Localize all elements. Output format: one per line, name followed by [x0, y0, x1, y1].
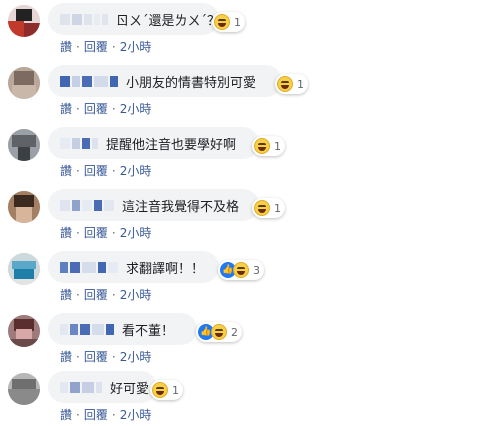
timestamp[interactable]: 2小時 — [120, 100, 152, 117]
separator-dot: · — [111, 101, 116, 116]
reply-button[interactable]: 回覆 — [84, 162, 108, 179]
comment-bubble: 看不董！ — [48, 313, 197, 345]
comment: 提醒他注音也要學好啊 1 讚 · 回覆 · 2小時 — [0, 124, 497, 182]
reaction-summary[interactable]: 👍 2 — [196, 322, 242, 342]
reaction-count: 1 — [274, 139, 281, 153]
timestamp[interactable]: 2小時 — [120, 348, 152, 365]
avatar[interactable] — [8, 373, 40, 405]
commenter-name[interactable] — [60, 137, 100, 149]
reply-button[interactable]: 回覆 — [84, 286, 108, 303]
separator-dot: · — [111, 39, 116, 54]
reaction-summary[interactable]: 1 — [275, 74, 308, 94]
comment-text: 提醒他注音也要學好啊 — [106, 137, 237, 153]
reaction-summary[interactable]: 1 — [150, 380, 183, 400]
reaction-count: 3 — [253, 263, 260, 277]
timestamp[interactable]: 2小時 — [120, 38, 152, 55]
separator-dot: · — [76, 349, 80, 364]
separator-dot: · — [76, 287, 80, 302]
reaction-count: 1 — [274, 201, 281, 215]
comment-text: 這注音我覺得不及格 — [122, 199, 240, 215]
separator-dot: · — [111, 287, 116, 302]
separator-dot: · — [76, 407, 80, 422]
haha-reaction-icon — [152, 382, 168, 398]
comment: 這注音我覺得不及格 1 讚 · 回覆 · 2小時 — [0, 186, 497, 244]
separator-dot: · — [76, 101, 80, 116]
comment-text: 求翻譯啊！！ — [126, 261, 205, 277]
like-button[interactable]: 讚 — [60, 100, 72, 117]
reaction-count: 1 — [297, 77, 304, 91]
reply-button[interactable]: 回覆 — [84, 224, 108, 241]
comment: ㄖㄨˊ還是ㄌㄨˊ？ 1 讚 · 回覆 · 2小時 — [0, 0, 497, 58]
avatar[interactable] — [8, 67, 40, 99]
separator-dot: · — [111, 225, 116, 240]
reply-button[interactable]: 回覆 — [84, 406, 108, 423]
commenter-name[interactable] — [60, 199, 116, 211]
separator-dot: · — [111, 163, 116, 178]
reply-button[interactable]: 回覆 — [84, 348, 108, 365]
like-button[interactable]: 讚 — [60, 224, 72, 241]
reaction-summary[interactable]: 1 — [212, 12, 245, 32]
comment-text: 好可愛 — [110, 381, 150, 397]
commenter-name[interactable] — [60, 13, 110, 25]
avatar[interactable] — [8, 191, 40, 223]
like-button[interactable]: 讚 — [60, 406, 72, 423]
avatar[interactable] — [8, 5, 40, 37]
comment-actions: 讚 · 回覆 · 2小時 — [60, 162, 151, 179]
comment-actions: 讚 · 回覆 · 2小時 — [60, 38, 151, 55]
comment-bubble: 小朋友的情書特別可愛 — [48, 65, 282, 97]
haha-reaction-icon — [254, 138, 270, 154]
comment-actions: 讚 · 回覆 · 2小時 — [60, 224, 151, 241]
like-button[interactable]: 讚 — [60, 38, 72, 55]
commenter-name[interactable] — [60, 261, 120, 273]
comment-bubble: 提醒他注音也要學好啊 — [48, 127, 259, 159]
separator-dot: · — [76, 39, 80, 54]
avatar[interactable] — [8, 315, 40, 347]
comment-bubble: 這注音我覺得不及格 — [48, 189, 259, 221]
separator-dot: · — [76, 225, 80, 240]
comment-actions: 讚 · 回覆 · 2小時 — [60, 406, 151, 423]
comment: 好可愛 1 讚 · 回覆 · 2小時 — [0, 368, 497, 426]
reaction-summary[interactable]: 1 — [252, 198, 285, 218]
commenter-name[interactable] — [60, 75, 120, 87]
haha-reaction-icon — [233, 262, 249, 278]
haha-reaction-icon — [254, 200, 270, 216]
reply-button[interactable]: 回覆 — [84, 100, 108, 117]
haha-reaction-icon — [214, 14, 230, 30]
reaction-count: 1 — [172, 383, 179, 397]
comment-text: 小朋友的情書特別可愛 — [126, 75, 257, 91]
timestamp[interactable]: 2小時 — [120, 406, 152, 423]
comment-actions: 讚 · 回覆 · 2小時 — [60, 100, 151, 117]
reply-button[interactable]: 回覆 — [84, 38, 108, 55]
comment-bubble: 求翻譯啊！！ — [48, 251, 219, 283]
commenter-name[interactable] — [60, 323, 116, 335]
comment-actions: 讚 · 回覆 · 2小時 — [60, 286, 151, 303]
like-button[interactable]: 讚 — [60, 162, 72, 179]
comment: 小朋友的情書特別可愛 1 讚 · 回覆 · 2小時 — [0, 62, 497, 120]
separator-dot: · — [111, 407, 116, 422]
comment-actions: 讚 · 回覆 · 2小時 — [60, 348, 151, 365]
comment-text: ㄖㄨˊ還是ㄌㄨˊ？ — [116, 13, 221, 29]
comment-bubble: 好可愛 — [48, 371, 157, 403]
avatar[interactable] — [8, 129, 40, 161]
reaction-count: 2 — [231, 325, 238, 339]
separator-dot: · — [76, 163, 80, 178]
separator-dot: · — [111, 349, 116, 364]
timestamp[interactable]: 2小時 — [120, 286, 152, 303]
timestamp[interactable]: 2小時 — [120, 224, 152, 241]
reaction-summary[interactable]: 👍 3 — [218, 260, 264, 280]
timestamp[interactable]: 2小時 — [120, 162, 152, 179]
haha-reaction-icon — [277, 76, 293, 92]
comment-bubble: ㄖㄨˊ還是ㄌㄨˊ？ — [48, 3, 221, 35]
like-button[interactable]: 讚 — [60, 286, 72, 303]
reaction-count: 1 — [234, 15, 241, 29]
comment: 看不董！ 👍 2 讚 · 回覆 · 2小時 — [0, 310, 497, 368]
avatar[interactable] — [8, 253, 40, 285]
haha-reaction-icon — [211, 324, 227, 340]
commenter-name[interactable] — [60, 381, 104, 393]
comment-text: 看不董！ — [122, 323, 175, 339]
like-button[interactable]: 讚 — [60, 348, 72, 365]
reaction-summary[interactable]: 1 — [252, 136, 285, 156]
comment: 求翻譯啊！！ 👍 3 讚 · 回覆 · 2小時 — [0, 248, 497, 306]
